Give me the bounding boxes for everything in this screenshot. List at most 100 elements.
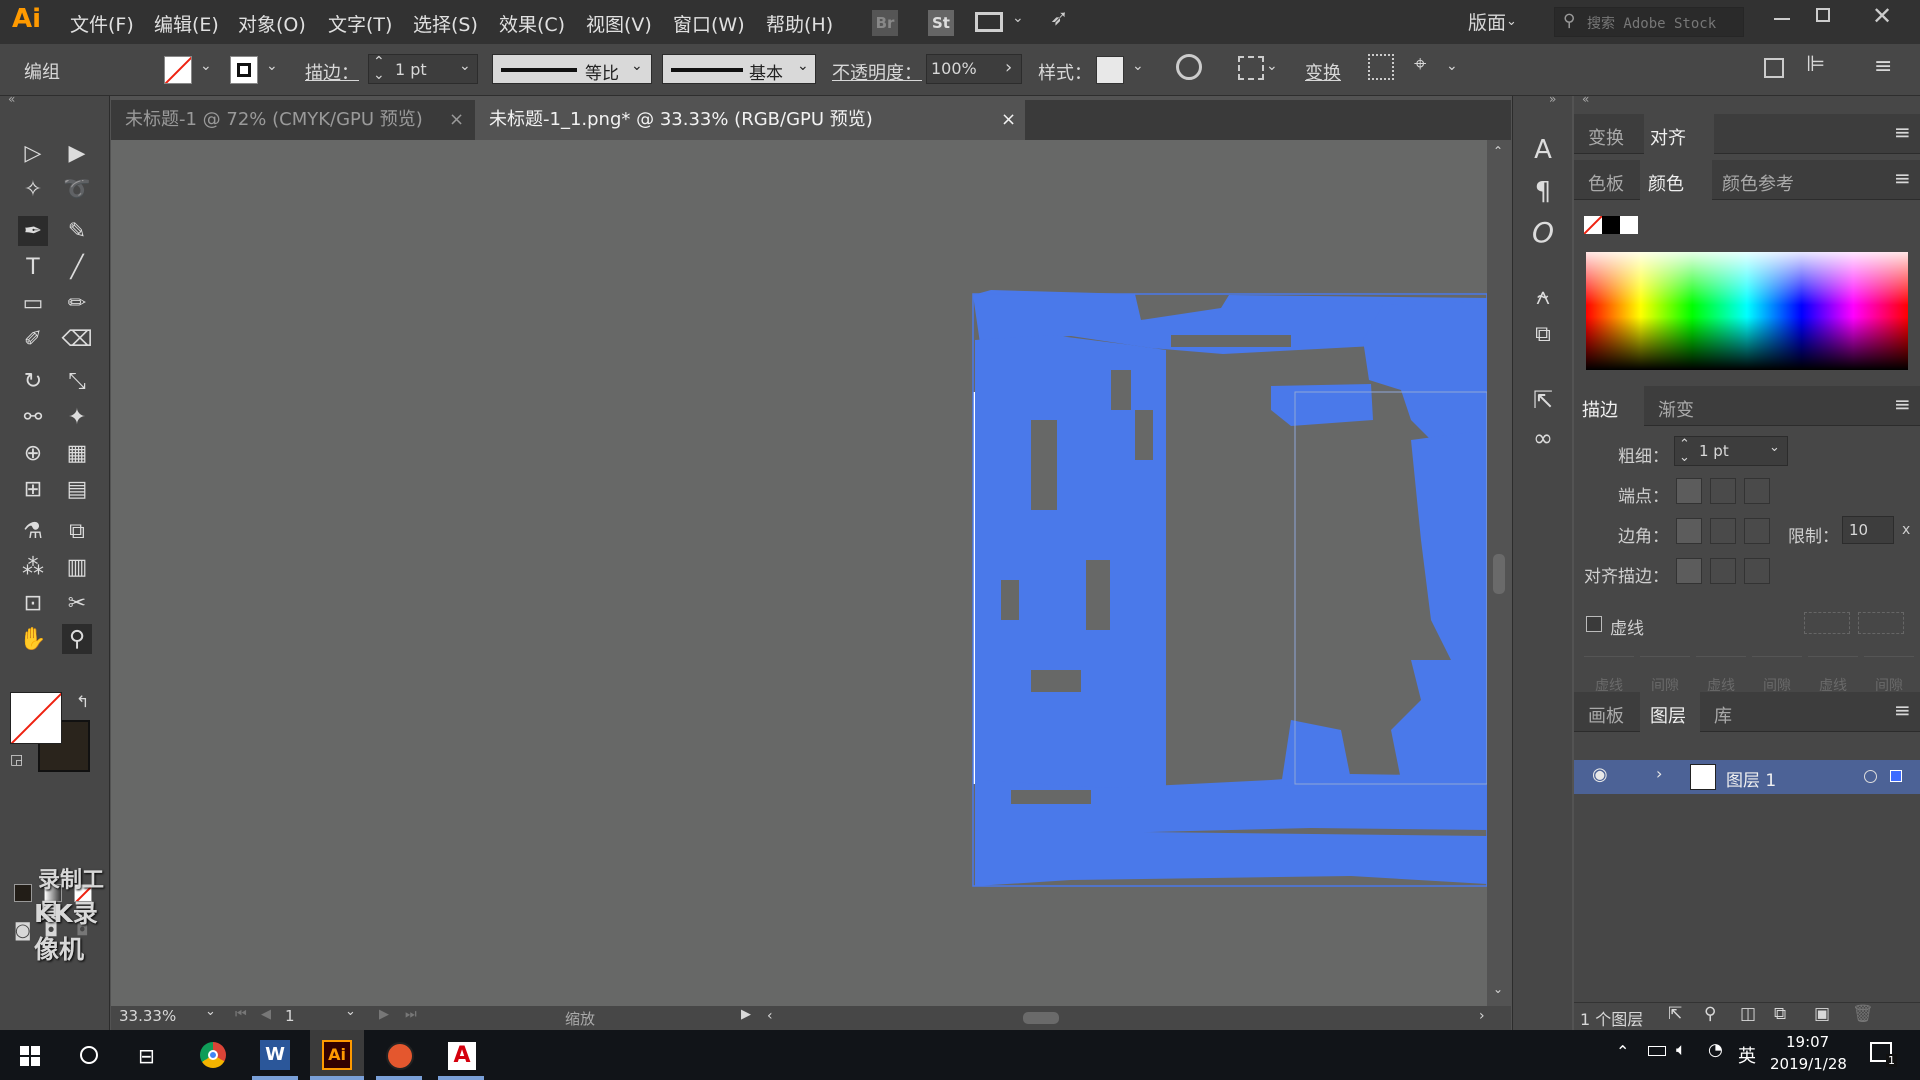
panel-menu-icon[interactable]: ≡ <box>1894 392 1911 416</box>
panel-menu-icon[interactable]: ≡ <box>1894 166 1911 190</box>
delete-layer-icon[interactable]: 🗑 <box>1852 1004 1874 1024</box>
width-tool-icon[interactable]: ⚯ <box>18 402 48 432</box>
artboard-tool-icon[interactable]: ⊡ <box>18 588 48 618</box>
chevron-down-icon[interactable]: ⌄ <box>1012 10 1024 26</box>
close-icon[interactable]: × <box>1001 100 1016 140</box>
tab-swatches[interactable]: 色板 <box>1588 170 1624 196</box>
stock-search-input[interactable]: ⚲ 搜索 Adobe Stock <box>1554 7 1744 37</box>
opacity-label[interactable]: 不透明度： <box>832 59 922 85</box>
dash-preserve-icon[interactable] <box>1804 612 1850 634</box>
network-icon[interactable]: ◔ <box>1708 1040 1723 1060</box>
close-window-icon[interactable]: ✕ <box>1872 2 1892 30</box>
tab-document-2[interactable]: 未标题-1_1.png* @ 33.33% (RGB/GPU 预览) × <box>475 100 1025 140</box>
puppet-warp-icon[interactable]: ⌖ <box>1414 52 1426 77</box>
collapse-arrows-icon[interactable]: « <box>1582 92 1589 106</box>
align-stroke-outside-icon[interactable] <box>1744 558 1770 584</box>
traced-artwork[interactable] <box>111 140 1487 1006</box>
shaper-tool-icon[interactable]: ✐ <box>18 324 48 354</box>
visibility-eye-icon[interactable]: ◉ <box>1592 764 1608 785</box>
panel-menu-icon[interactable]: ≡ <box>1874 54 1892 79</box>
tab-color-guide[interactable]: 颜色参考 <box>1722 170 1794 196</box>
color-white-swatch[interactable] <box>1620 216 1638 234</box>
character-panel-icon[interactable]: A <box>1527 134 1559 166</box>
previous-artboard-icon[interactable]: ◀ <box>261 1007 271 1022</box>
stroke-weight-input[interactable]: ⌃ ⌄ 1 pt ⌄ <box>1674 436 1788 466</box>
isolate-group-icon[interactable] <box>1368 54 1394 80</box>
acrobat-app-icon[interactable]: A <box>448 1042 476 1070</box>
zoom-level[interactable]: 33.33% ⌄ <box>119 1004 223 1030</box>
panel-menu-icon[interactable]: ≡ <box>1894 120 1911 144</box>
glyphs-panel-icon[interactable]: ⍲ <box>1527 280 1559 312</box>
paragraph-panel-icon[interactable]: ¶ <box>1527 176 1559 208</box>
gap-field-1[interactable]: 间隙 <box>1640 656 1690 694</box>
dash-field-1[interactable]: 虚线 <box>1584 656 1634 694</box>
rotate-tool-icon[interactable]: ↻ <box>18 366 48 396</box>
eyedropper-tool-icon[interactable]: ⚗ <box>18 516 48 546</box>
collapse-arrows-icon[interactable]: » <box>1549 92 1556 106</box>
chevron-down-icon[interactable]: ⌄ <box>1132 58 1144 74</box>
selection-tool-icon[interactable]: ▷ <box>18 138 48 168</box>
transform-label[interactable]: 变换 <box>1305 59 1341 85</box>
tab-artboards[interactable]: 画板 <box>1588 702 1624 728</box>
gap-field-2[interactable]: 间隙 <box>1752 656 1802 694</box>
color-none-swatch[interactable] <box>1584 216 1602 234</box>
stroke-swatch[interactable] <box>230 56 258 84</box>
bridge-button[interactable]: Br <box>872 10 898 36</box>
stroke-weight-stepper[interactable]: ⌃ ⌄ 1 pt ⌄ <box>368 54 478 84</box>
next-artboard-icon[interactable]: ▶ <box>379 1007 389 1022</box>
chrome-app-icon[interactable] <box>200 1042 226 1068</box>
word-app-icon[interactable]: W <box>260 1040 290 1070</box>
illustrator-app-icon[interactable]: Ai <box>310 1030 364 1080</box>
curvature-tool-icon[interactable]: ✎ <box>62 216 92 246</box>
line-segment-tool-icon[interactable]: ╱ <box>62 252 92 282</box>
workspace-switcher[interactable]: 版面 ⌄ <box>1468 8 1524 36</box>
clock-date[interactable]: 2019/1/28 <box>1770 1055 1847 1073</box>
column-graph-tool-icon[interactable]: ▥ <box>62 552 92 582</box>
artboard-canvas[interactable] <box>111 140 1487 1006</box>
color-black-swatch[interactable] <box>1602 216 1620 234</box>
new-layer-icon[interactable]: ▣ <box>1814 1004 1830 1024</box>
perspective-grid-tool-icon[interactable]: ▦ <box>62 438 92 468</box>
tab-color[interactable]: 颜色 <box>1640 160 1712 200</box>
opentype-panel-icon[interactable]: O <box>1527 216 1559 249</box>
gap-field-3[interactable]: 间隙 <box>1864 656 1914 694</box>
symbols-panel-icon[interactable]: ⧉ <box>1527 318 1559 350</box>
miter-limit-input[interactable]: 10 <box>1842 516 1894 544</box>
gpu-rocket-icon[interactable]: ➶ <box>1050 6 1068 31</box>
slice-tool-icon[interactable]: ✂ <box>62 588 92 618</box>
scroll-thumb[interactable] <box>1023 1012 1059 1024</box>
menu-object[interactable]: 对象(O) <box>238 10 306 37</box>
align-stroke-inside-icon[interactable] <box>1710 558 1736 584</box>
draw-normal-icon[interactable]: ◙ <box>14 920 31 941</box>
kk-recorder-app-icon[interactable] <box>386 1042 414 1070</box>
lasso-tool-icon[interactable]: ➰ <box>62 174 92 204</box>
volume-icon[interactable]: 🔈︎ <box>1676 1040 1686 1060</box>
target-circle-icon[interactable] <box>1864 770 1877 783</box>
menu-select[interactable]: 选择(S) <box>413 10 478 37</box>
graphic-style-swatch[interactable] <box>1096 56 1124 84</box>
tab-transform[interactable]: 变换 <box>1588 124 1624 150</box>
layer-row[interactable]: ◉ › 图层 1 <box>1574 760 1920 794</box>
projecting-cap-icon[interactable] <box>1744 478 1770 504</box>
gradient-tool-icon[interactable]: ▤ <box>62 474 92 504</box>
scroll-down-arrow-icon[interactable]: ⌄ <box>1493 982 1503 996</box>
dash-field-2[interactable]: 虚线 <box>1696 656 1746 694</box>
rectangle-tool-icon[interactable]: ▭ <box>18 288 48 318</box>
collapse-arrows-icon[interactable]: « <box>8 92 15 106</box>
menu-edit[interactable]: 编辑(E) <box>154 10 219 37</box>
links-panel-icon[interactable]: ∞ <box>1527 422 1559 454</box>
menu-view[interactable]: 视图(V) <box>586 10 652 37</box>
menu-type[interactable]: 文字(T) <box>328 10 392 37</box>
variable-width-profile[interactable]: 等比 ⌄ <box>492 54 652 84</box>
battery-icon[interactable] <box>1648 1046 1666 1056</box>
dashed-line-checkbox[interactable] <box>1586 616 1602 632</box>
chevron-down-icon[interactable]: ⌄ <box>1446 58 1458 74</box>
swap-colors-icon[interactable]: ↰ <box>76 692 89 711</box>
menu-effect[interactable]: 效果(C) <box>499 10 565 37</box>
color-mode-icon[interactable] <box>14 884 32 902</box>
ime-indicator[interactable]: 英 <box>1738 1042 1756 1068</box>
menu-window[interactable]: 窗口(W) <box>673 10 745 37</box>
chevron-down-icon[interactable]: ⌄ <box>1266 58 1278 74</box>
start-windows-icon[interactable] <box>20 1046 40 1066</box>
minimize-window-icon[interactable] <box>1774 18 1790 20</box>
